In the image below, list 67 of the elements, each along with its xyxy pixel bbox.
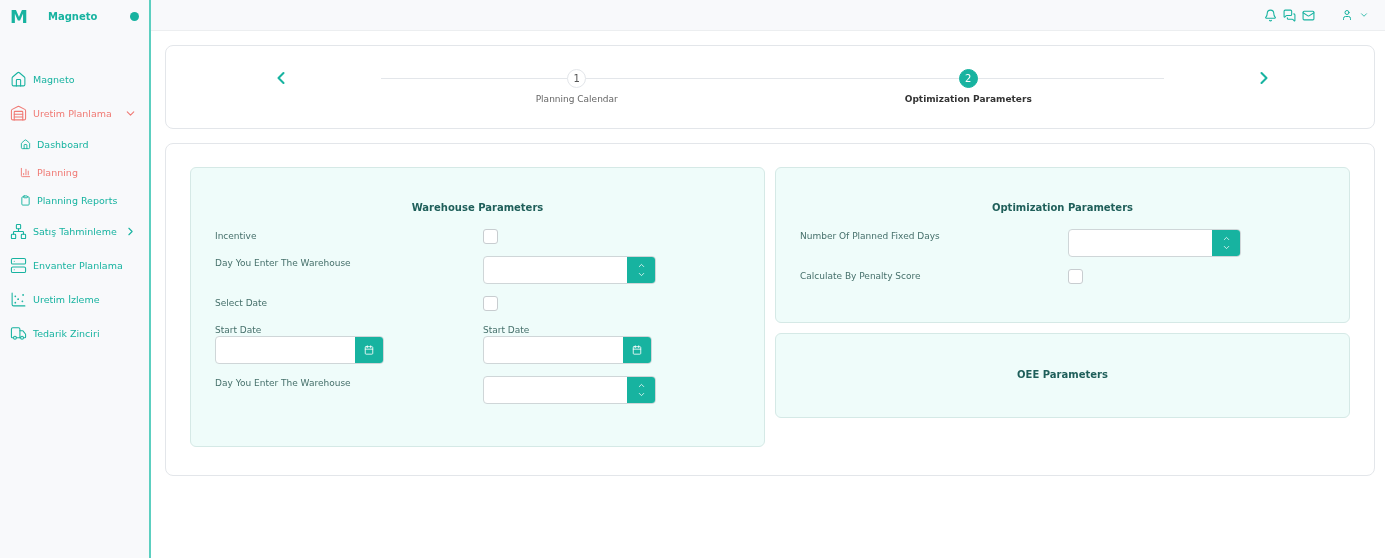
bell-icon[interactable] (1264, 8, 1277, 22)
field-label: Day You Enter The Warehouse (215, 257, 352, 270)
sidebar-item[interactable]: Envanter Planlama (0, 248, 149, 282)
step-label: Planning Calendar (535, 94, 618, 104)
menu-label: Envanter Planlama (33, 259, 124, 271)
menu-icon (10, 256, 27, 274)
menu-icon (10, 290, 27, 308)
field-label: Calculate By Penalty Score (800, 270, 922, 283)
sidebar-subitem[interactable]: Dashboard (0, 130, 149, 158)
step-label: Optimization Parameters (904, 94, 1032, 104)
sidebar-item[interactable]: Magneto (0, 62, 149, 96)
date-input-field[interactable] (215, 336, 384, 364)
calendar-icon[interactable] (364, 345, 374, 355)
menu-icon (20, 166, 31, 178)
sidebar-subitem[interactable]: Planning (0, 158, 149, 186)
number-input-field[interactable] (483, 256, 656, 284)
menu-label: Planning Reports (37, 194, 119, 206)
sidebar-item[interactable]: Tedarik Zinciri (0, 316, 149, 350)
field-label: Start Date (483, 324, 531, 335)
caret-icon[interactable] (1359, 10, 1369, 20)
menu-icon (20, 138, 31, 150)
logo-letter: M (10, 5, 29, 27)
sidebar-item[interactable]: Uretim Planlama (0, 96, 149, 130)
menu-icon (10, 104, 27, 122)
menu-label: Uretim İzleme (33, 293, 101, 305)
sidebar-item[interactable]: Uretim İzleme (0, 282, 149, 316)
checkbox[interactable] (483, 296, 498, 311)
checkbox[interactable] (1068, 269, 1083, 284)
menu-label: Planning (37, 166, 79, 178)
menu-icon (10, 70, 27, 88)
menu-label: Dashboard (37, 138, 90, 150)
increment-icon[interactable] (1221, 234, 1231, 243)
step-number: 2 (958, 69, 978, 88)
increment-icon[interactable] (636, 261, 646, 270)
menu-label: Satış Tahminleme (33, 225, 118, 237)
sidebar-item[interactable]: Satış Tahminleme (0, 214, 149, 248)
step[interactable]: 2 Optimization Parameters (772, 69, 1164, 104)
field-label: Day You Enter The Warehouse (215, 377, 352, 390)
chat-icon[interactable] (1283, 8, 1296, 22)
user-icon[interactable] (1341, 9, 1353, 21)
menu-label: Uretim Planlama (33, 107, 113, 119)
menu-icon (10, 324, 27, 342)
field-label: Number Of Planned Fixed Days (800, 230, 941, 243)
calendar-icon[interactable] (632, 345, 642, 355)
panel-title: Optimization Parameters (990, 202, 1135, 213)
field-label: Select Date (215, 297, 269, 310)
menu-icon (10, 222, 27, 240)
number-input-field[interactable] (1068, 229, 1241, 257)
brand-name: Magneto (48, 10, 99, 22)
field-label: Start Date (215, 324, 263, 335)
menu-label: Tedarik Zinciri (33, 327, 101, 339)
checkbox[interactable] (483, 229, 498, 244)
menu-icon (20, 194, 31, 206)
date-input-field[interactable] (483, 336, 652, 364)
panel-title: Warehouse Parameters (410, 202, 545, 213)
decrement-icon[interactable] (636, 390, 646, 399)
sidebar-subitem[interactable]: Planning Reports (0, 186, 149, 214)
decrement-icon[interactable] (1221, 243, 1231, 252)
step[interactable]: 1 Planning Calendar (381, 69, 773, 104)
decrement-icon[interactable] (636, 270, 646, 279)
menu-label: Magneto (33, 73, 76, 85)
increment-icon[interactable] (636, 381, 646, 390)
mail-icon[interactable] (1302, 8, 1315, 22)
panel-title: OEE Parameters (1016, 369, 1109, 380)
field-label: Incentive (215, 230, 258, 243)
step-number: 1 (567, 69, 587, 88)
number-input-field[interactable] (483, 376, 656, 404)
